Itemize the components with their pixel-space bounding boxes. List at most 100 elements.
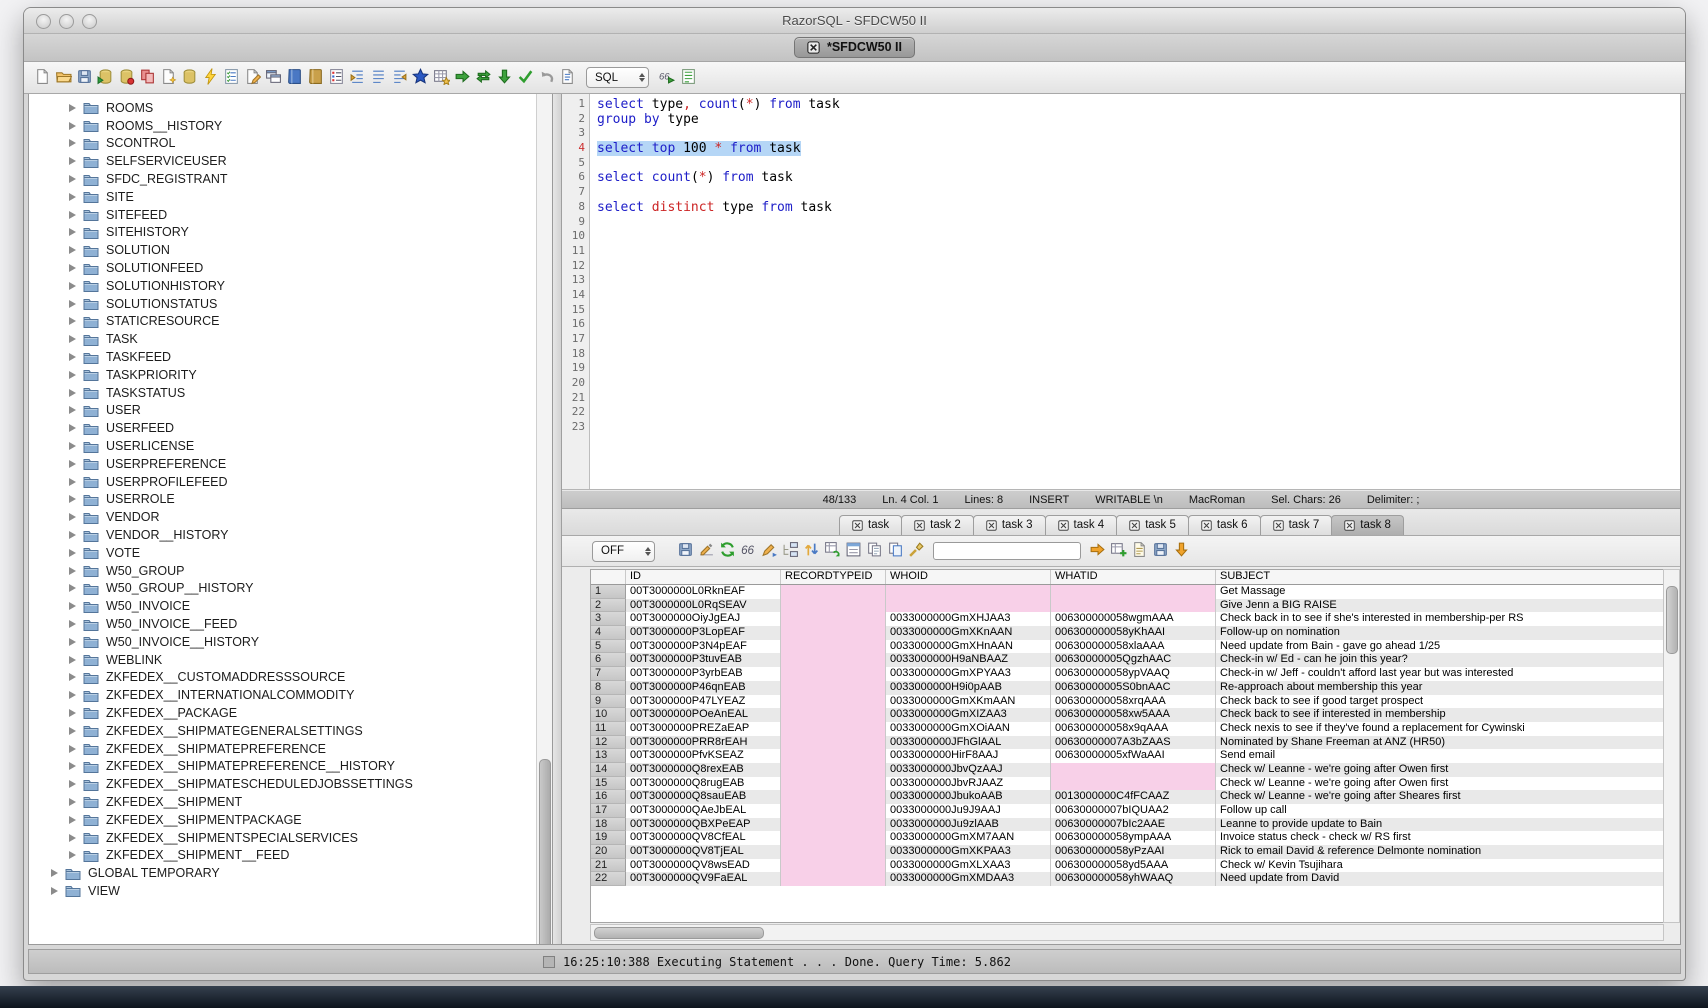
sql-line-21[interactable] <box>597 391 1680 406</box>
close-window-button[interactable] <box>36 14 51 29</box>
zoom-window-button[interactable] <box>82 14 97 29</box>
sql-line-10[interactable] <box>597 229 1680 244</box>
row-number[interactable]: 2 <box>591 599 626 613</box>
cell-subject[interactable]: Check w/ Leanne - we're going after Owen… <box>1216 763 1664 777</box>
list-red-icon[interactable] <box>326 66 347 87</box>
tree-item-zkfedex-shipment-feed[interactable]: ZKFEDEX__SHIPMENT__FEED <box>29 846 536 864</box>
row-number[interactable]: 1 <box>591 585 626 599</box>
grid-hscrollbar-thumb[interactable] <box>594 927 764 939</box>
disclosure-triangle-icon[interactable] <box>69 691 76 699</box>
minimize-window-button[interactable] <box>59 14 74 29</box>
tree-item-w50-invoice-history[interactable]: W50_INVOICE__HISTORY <box>29 633 536 651</box>
cell-whatid[interactable] <box>1051 585 1216 599</box>
disclosure-triangle-icon[interactable] <box>69 211 76 219</box>
edit-cell-icon[interactable] <box>759 539 780 560</box>
cell-recordtypeid[interactable] <box>781 763 886 777</box>
tree-item-w50-group-history[interactable]: W50_GROUP__HISTORY <box>29 580 536 598</box>
cell-subject[interactable]: Check back to see if good target prospec… <box>1216 695 1664 709</box>
results-tab-task-4[interactable]: task 4 <box>1045 515 1118 535</box>
sql-line-14[interactable] <box>597 288 1680 303</box>
column-header-id[interactable]: ID <box>626 570 781 584</box>
cell-whoid[interactable]: 0033000000H9i0pAAB <box>886 681 1051 695</box>
disclosure-triangle-icon[interactable] <box>69 727 76 735</box>
row-number[interactable]: 7 <box>591 667 626 681</box>
tree-item-userprofilefeed[interactable]: USERPROFILEFEED <box>29 473 536 491</box>
cell-whatid[interactable]: 006300000058xrqAAA <box>1051 695 1216 709</box>
tree-item-site[interactable]: SITE <box>29 188 536 206</box>
cell-whatid[interactable] <box>1051 599 1216 613</box>
table-row[interactable]: 1600T3000000Q8sauEAB0033000000JbukoAAB00… <box>591 790 1663 804</box>
cell-id[interactable]: 00T3000000Q8rexEAB <box>626 763 781 777</box>
tree-item-zkfedex-shipment[interactable]: ZKFEDEX__SHIPMENT <box>29 793 536 811</box>
tree-item-w50-invoice-feed[interactable]: W50_INVOICE__FEED <box>29 615 536 633</box>
sql-line-23[interactable] <box>597 420 1680 435</box>
row-number[interactable]: 15 <box>591 777 626 791</box>
tree-item-userpreference[interactable]: USERPREFERENCE <box>29 455 536 473</box>
tree-item-sfdc-registrant[interactable]: SFDC_REGISTRANT <box>29 170 536 188</box>
tree-item-rooms-history[interactable]: ROOMS__HISTORY <box>29 117 536 135</box>
cell-subject[interactable]: Send email <box>1216 749 1664 763</box>
cell-whatid[interactable]: 006300000058yhWAAQ <box>1051 872 1216 886</box>
tab-close-icon[interactable] <box>1129 520 1140 531</box>
table-row[interactable]: 600T3000000P3tuvEAB0033000000H9aNBAAZ006… <box>591 653 1663 667</box>
go-next-icon[interactable] <box>452 66 473 87</box>
table-row[interactable]: 400T3000000P3LopEAF0033000000GmXKnAAN006… <box>591 626 1663 640</box>
tree-item-userrole[interactable]: USERROLE <box>29 491 536 509</box>
tree-item-sitefeed[interactable]: SITEFEED <box>29 206 536 224</box>
commit-check-icon[interactable] <box>515 66 536 87</box>
tree-item-w50-invoice[interactable]: W50_INVOICE <box>29 597 536 615</box>
sql-line-15[interactable] <box>597 303 1680 318</box>
disclosure-triangle-icon[interactable] <box>69 745 76 753</box>
table-row[interactable]: 1000T3000000POeAnEAL0033000000GmXIZAA300… <box>591 708 1663 722</box>
cell-id[interactable]: 00T3000000QV8wsEAD <box>626 859 781 873</box>
disclosure-triangle-icon[interactable] <box>69 424 76 432</box>
cell-recordtypeid[interactable] <box>781 831 886 845</box>
disclosure-triangle-icon[interactable] <box>69 584 76 592</box>
disclosure-triangle-icon[interactable] <box>69 531 76 539</box>
cell-id[interactable]: 00T3000000PREZaEAP <box>626 722 781 736</box>
save-grid-icon[interactable] <box>1150 539 1171 560</box>
cell-id[interactable]: 00T3000000PRR8rEAH <box>626 736 781 750</box>
cell-subject[interactable]: Check w/ Leanne - we're going after Owen… <box>1216 777 1664 791</box>
results-tab-task-6[interactable]: task 6 <box>1188 515 1261 535</box>
book-gold-icon[interactable] <box>305 66 326 87</box>
column-header-whoid[interactable]: WHOID <box>886 570 1051 584</box>
tab-close-icon[interactable] <box>1201 520 1212 531</box>
row-number[interactable]: 6 <box>591 653 626 667</box>
tree-item-userfeed[interactable]: USERFEED <box>29 419 536 437</box>
tree-item-taskpriority[interactable]: TASKPRIORITY <box>29 366 536 384</box>
sql-line-7[interactable] <box>597 185 1680 200</box>
sql-line-22[interactable] <box>597 405 1680 420</box>
cell-whatid[interactable]: 00630000005QgzhAAC <box>1051 653 1216 667</box>
new-object-icon[interactable] <box>158 66 179 87</box>
edit-sql-icon[interactable] <box>696 539 717 560</box>
disclosure-triangle-icon[interactable] <box>69 300 76 308</box>
notes-icon[interactable] <box>1129 539 1150 560</box>
cell-recordtypeid[interactable] <box>781 681 886 695</box>
row-number[interactable]: 9 <box>591 695 626 709</box>
cell-subject[interactable]: Check back in to see if she's interested… <box>1216 612 1664 626</box>
tab-close-icon[interactable] <box>914 520 925 531</box>
disclosure-triangle-icon[interactable] <box>69 567 76 575</box>
tree-item-zkfedex-shipmentpackage[interactable]: ZKFEDEX__SHIPMENTPACKAGE <box>29 811 536 829</box>
cell-whoid[interactable]: 0033000000GmXMDAA3 <box>886 872 1051 886</box>
refresh-window-icon[interactable] <box>263 66 284 87</box>
view-run-icon[interactable]: 66 <box>657 66 678 87</box>
table-row[interactable]: 1100T3000000PREZaEAP0033000000GmXOiAAN00… <box>591 722 1663 736</box>
disclosure-triangle-icon[interactable] <box>69 549 76 557</box>
sql-line-2[interactable]: group by type <box>597 112 1680 127</box>
cell-recordtypeid[interactable] <box>781 599 886 613</box>
row-number[interactable]: 8 <box>591 681 626 695</box>
cell-subject[interactable]: Give Jenn a BIG RAISE <box>1216 599 1664 613</box>
align-gold-icon[interactable] <box>389 66 410 87</box>
grid-vertical-scrollbar[interactable] <box>1663 569 1680 923</box>
results-tab-task[interactable]: task <box>839 515 902 535</box>
download-gold-icon[interactable] <box>1171 539 1192 560</box>
cell-subject[interactable]: Get Massage <box>1216 585 1664 599</box>
disclosure-triangle-icon[interactable] <box>69 157 76 165</box>
disclosure-triangle-icon[interactable] <box>69 602 76 610</box>
cell-whatid[interactable]: 00630000007A3bZAAS <box>1051 736 1216 750</box>
row-number[interactable]: 20 <box>591 845 626 859</box>
disclosure-triangle-icon[interactable] <box>69 104 76 112</box>
results-list-icon[interactable] <box>678 66 699 87</box>
